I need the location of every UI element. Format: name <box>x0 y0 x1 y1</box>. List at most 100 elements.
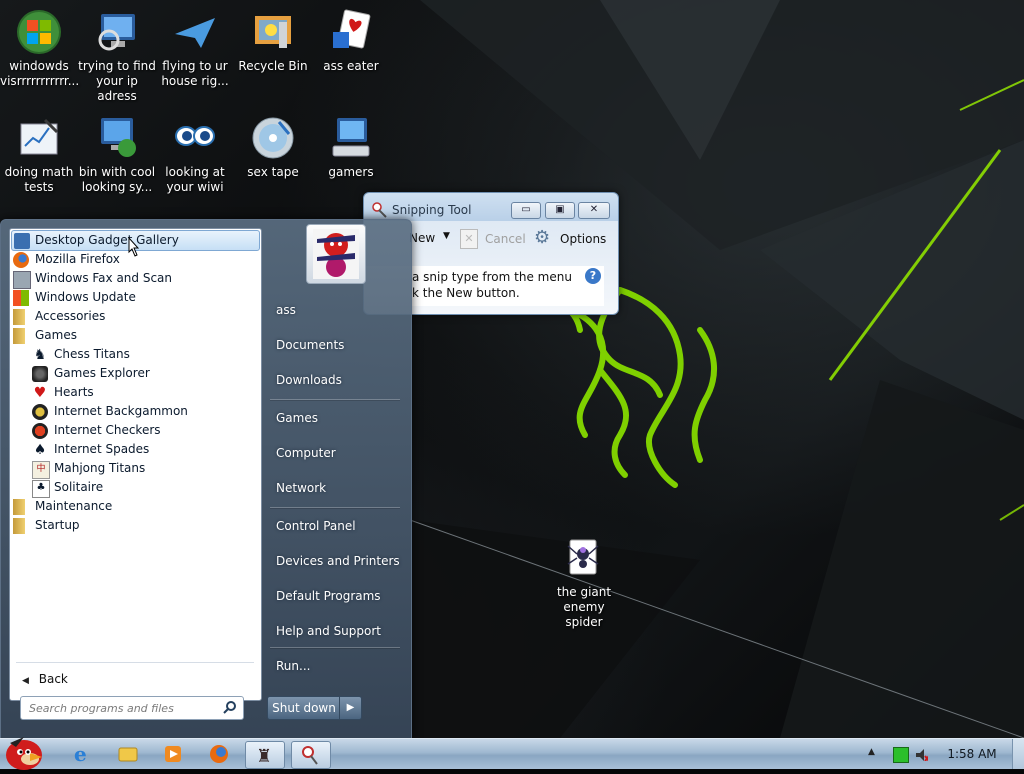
search-icon[interactable] <box>223 701 237 715</box>
program-label: Maintenance <box>35 499 113 513</box>
program-item-windows-fax-and-scan[interactable]: Windows Fax and Scan <box>13 269 253 289</box>
taskbar-firefox-button[interactable] <box>200 741 238 767</box>
desktop-icon-math[interactable]: doing math tests <box>0 114 78 195</box>
program-item-chess-titans[interactable]: ♞ Chess Titans <box>32 345 252 364</box>
menu-item-control-panel[interactable]: Control Panel <box>270 514 402 538</box>
spider-solitaire-icon <box>567 539 599 575</box>
program-label: Desktop Gadget Gallery <box>35 233 179 247</box>
folder-icon <box>13 518 25 534</box>
menu-item-games[interactable]: Games <box>270 406 402 430</box>
minimize-button[interactable]: ▭ <box>511 202 541 219</box>
back-button[interactable]: ◀ Back <box>22 670 68 688</box>
menu-item-run[interactable]: Run... <box>270 654 402 678</box>
program-label: Windows Fax and Scan <box>35 271 173 285</box>
taskbar: e ♜ ▲ 1:58 AM <box>0 737 1024 770</box>
computer-search-icon <box>98 14 135 51</box>
new-dropdown-arrow[interactable]: ▼ <box>443 231 450 241</box>
menu-item-network[interactable]: Network <box>270 476 402 500</box>
spades-icon: ♠ <box>33 442 47 458</box>
menu-item-computer[interactable]: Computer <box>270 441 402 465</box>
desktop-icon-recycle-bin[interactable]: Recycle Bin <box>234 8 312 74</box>
desktop-icon-spider[interactable]: the giant enemy spider <box>545 534 623 630</box>
program-item-accessories[interactable]: Accessories <box>13 307 253 326</box>
taskbar-explorer-button[interactable] <box>108 741 146 767</box>
program-label: Startup <box>35 518 80 532</box>
chess-icon: ♜ <box>256 746 272 767</box>
games-explorer-icon <box>32 366 48 382</box>
new-button[interactable]: New <box>409 231 435 245</box>
taskbar-snipping-tool-button[interactable] <box>291 741 331 769</box>
svg-text:e: e <box>74 742 87 766</box>
program-item-startup[interactable]: Startup <box>13 516 253 535</box>
search-box[interactable] <box>20 696 244 720</box>
program-item-internet-checkers[interactable]: Internet Checkers <box>32 421 252 440</box>
tray-overflow-arrow-icon[interactable]: ▲ <box>868 747 875 757</box>
program-item-solitaire[interactable]: ♣ Solitaire <box>32 478 252 498</box>
program-item-internet-spades[interactable]: ♠ Internet Spades <box>32 440 252 459</box>
program-label: Accessories <box>35 309 106 323</box>
folder-icon <box>118 747 138 762</box>
chart-paper-icon <box>20 118 59 155</box>
program-label: Internet Backgammon <box>54 404 188 418</box>
program-item-windows-update[interactable]: Windows Update <box>13 288 253 307</box>
desktop-icon-flying[interactable]: flying to ur house rig... <box>156 8 234 89</box>
windows-logo-icon <box>17 10 61 54</box>
program-label: Hearts <box>54 385 94 399</box>
volume-muted-icon[interactable] <box>914 747 928 761</box>
program-item-hearts[interactable]: ♥ Hearts <box>32 383 252 402</box>
search-input[interactable] <box>27 699 217 717</box>
taskbar-ie-button[interactable]: e <box>62 741 100 767</box>
user-avatar[interactable] <box>306 224 366 284</box>
program-item-games[interactable]: Games <box>13 326 253 345</box>
menu-divider <box>270 507 400 509</box>
clock[interactable]: 1:58 AM <box>942 739 1002 769</box>
desktop-icon-sex-tape[interactable]: sex tape <box>234 114 312 180</box>
desktop-icon-label: looking at your wiwi <box>165 165 225 194</box>
mahjong-icon: 中 <box>32 461 50 479</box>
show-desktop-button[interactable] <box>1012 739 1024 769</box>
menu-item-documents[interactable]: Documents <box>270 333 402 357</box>
menu-item-devices-and-printers[interactable]: Devices and Printers <box>270 549 402 573</box>
shutdown-button[interactable]: Shut down <box>267 696 341 720</box>
shutdown-options-arrow[interactable]: ▶ <box>339 696 362 720</box>
program-label: Solitaire <box>54 480 104 494</box>
cancel-button[interactable]: Cancel <box>485 232 526 246</box>
desktop-icon-label: gamers <box>328 165 374 179</box>
action-center-icon[interactable] <box>893 747 909 763</box>
desktop-icon-gamers[interactable]: gamers <box>312 114 390 180</box>
options-gear-icon: ⚙ <box>534 227 551 248</box>
program-item-games-explorer[interactable]: Games Explorer <box>32 364 252 383</box>
desktop-icon-label: doing math tests <box>4 165 74 194</box>
program-item-internet-backgammon[interactable]: Internet Backgammon <box>32 402 252 421</box>
menu-item-help-and-support[interactable]: Help and Support <box>270 619 402 643</box>
back-arrow-icon: ◀ <box>22 676 29 686</box>
desktop-icon-looking[interactable]: looking at your wiwi <box>156 114 234 195</box>
menu-item-user[interactable]: ass <box>270 298 402 322</box>
program-item-maintenance[interactable]: Maintenance <box>13 497 253 516</box>
svg-text:♜: ♜ <box>256 746 272 767</box>
desktop-icon-ass-eater[interactable]: ass eater <box>312 8 390 74</box>
maximize-button[interactable]: ▣ <box>545 202 575 219</box>
help-icon[interactable]: ? <box>585 268 601 284</box>
windows-update-icon <box>13 290 29 306</box>
program-label: Windows Update <box>35 290 136 304</box>
menu-item-downloads[interactable]: Downloads <box>270 368 402 392</box>
desktop-icon-ip[interactable]: trying to find your ip adress <box>78 8 156 104</box>
taskbar-games-button[interactable]: ♜ <box>245 741 285 769</box>
scissors-icon <box>302 746 318 765</box>
desktop-icon-windows[interactable]: windowds visrrrrrrrrrrr... <box>0 8 79 89</box>
close-button[interactable]: ✕ <box>578 202 610 219</box>
angry-bird-avatar-icon <box>313 229 359 279</box>
program-item-mahjong-titans[interactable]: 中 Mahjong Titans <box>32 459 252 479</box>
menu-item-default-programs[interactable]: Default Programs <box>270 584 402 608</box>
taskbar-media-player-button[interactable] <box>154 741 192 767</box>
firefox-icon <box>210 745 228 763</box>
back-label: Back <box>38 672 68 686</box>
start-button[interactable] <box>2 733 46 771</box>
options-button[interactable]: Options <box>560 232 606 246</box>
menu-divider <box>270 647 400 649</box>
desktop-icon-bin-cool[interactable]: bin with cool looking sy... <box>78 114 156 195</box>
recycle-bin-icon <box>255 16 291 48</box>
dvd-icon <box>252 117 294 159</box>
hearts-icon: ♥ <box>33 385 47 401</box>
